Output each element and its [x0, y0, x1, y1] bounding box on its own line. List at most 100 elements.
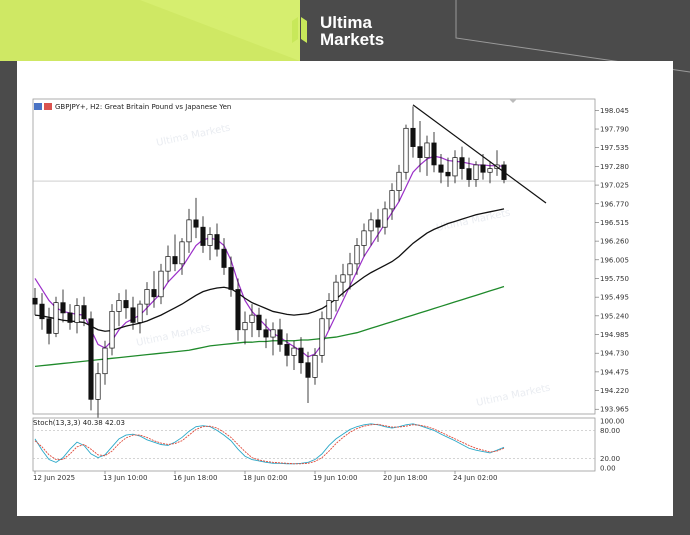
price-tick-label: 194.985	[600, 331, 629, 339]
moving-average-line	[34, 155, 505, 358]
candle-body	[60, 302, 66, 314]
candle-body	[312, 355, 318, 378]
candle	[186, 208, 192, 253]
candle-body	[452, 157, 458, 177]
candle	[95, 362, 101, 418]
candle-body	[46, 318, 52, 334]
candle-body	[235, 289, 241, 331]
candle-body	[277, 329, 283, 345]
price-tick-label: 196.005	[600, 256, 629, 264]
candle-body	[459, 157, 465, 169]
candle	[361, 223, 367, 257]
price-tick-label: 194.475	[600, 368, 629, 376]
candle-body	[445, 171, 451, 177]
candle-body	[347, 263, 353, 276]
stoch-tick-label: 100.00	[600, 418, 625, 426]
symbol-icon	[44, 103, 52, 110]
candle-body	[284, 344, 290, 356]
candle-body	[354, 245, 360, 265]
candle	[123, 289, 129, 319]
svg-text:Ultima Markets: Ultima Markets	[475, 382, 551, 408]
candle	[270, 322, 276, 356]
candle-body	[389, 190, 395, 210]
candle-body	[158, 270, 164, 298]
candle-body	[431, 142, 437, 166]
candle	[116, 293, 122, 327]
svg-text:Ultima Markets: Ultima Markets	[435, 207, 511, 233]
price-tick-label: 198.045	[600, 107, 629, 115]
candle-body	[95, 373, 101, 400]
candle-body	[221, 248, 227, 268]
candle-body	[396, 171, 402, 191]
candle-body	[228, 267, 234, 290]
candle	[459, 146, 465, 180]
candle	[277, 318, 283, 352]
time-tick-label: 20 Jun 18:00	[383, 474, 427, 482]
candle-body	[298, 347, 304, 364]
candle	[333, 274, 339, 312]
candle-body	[487, 168, 493, 173]
candle	[312, 348, 318, 385]
price-tick-label: 196.770	[600, 200, 629, 208]
candle	[32, 288, 38, 316]
indicator-title: Stoch(13,3,3) 40.38 42.03	[33, 419, 125, 427]
candle-body	[403, 127, 409, 173]
candle	[466, 157, 472, 187]
candle	[403, 124, 409, 180]
candle	[424, 135, 430, 176]
chart-panel: Ultima Markets Ultima Markets Ultima Mar…	[17, 61, 673, 516]
candle	[74, 298, 80, 334]
candle-body	[480, 164, 486, 173]
candle-body	[74, 305, 80, 323]
time-tick-label: 24 Jun 02:00	[453, 474, 497, 482]
time-tick-label: 18 Jun 02:00	[243, 474, 287, 482]
chart-svg: Ultima Markets Ultima Markets Ultima Mar…	[32, 98, 629, 482]
candle	[347, 252, 353, 290]
candle-body	[263, 329, 269, 338]
brand-line1: Ultima	[320, 13, 372, 32]
stoch-tick-label: 0.00	[600, 465, 616, 473]
brand-line2: Markets	[320, 30, 385, 49]
candle	[284, 333, 290, 367]
candle	[354, 238, 360, 275]
candle-body	[130, 307, 136, 323]
candle	[256, 307, 262, 338]
candle	[445, 157, 451, 187]
candle	[137, 300, 143, 334]
candle	[494, 150, 500, 176]
candle	[263, 318, 269, 349]
candle-body	[151, 289, 157, 298]
candle-body	[270, 329, 276, 338]
price-tick-label: 197.025	[600, 182, 629, 190]
candle	[431, 131, 437, 173]
candle	[396, 164, 402, 202]
candle-body	[256, 314, 262, 331]
price-tick-label: 196.260	[600, 238, 629, 246]
price-tick-label: 196.515	[600, 219, 629, 227]
candle	[207, 227, 213, 261]
candle-body	[179, 241, 185, 265]
candle	[410, 106, 416, 158]
time-tick-label: 19 Jun 10:00	[313, 474, 357, 482]
time-tick-label: 12 Jun 2025	[33, 474, 75, 482]
candle-body	[305, 362, 311, 378]
candle	[39, 293, 45, 330]
candle	[88, 311, 94, 411]
candle	[242, 311, 248, 345]
candle-body	[123, 300, 129, 309]
stoch-k-line	[34, 423, 505, 465]
candle	[214, 223, 220, 257]
candle-body	[361, 230, 367, 246]
svg-text:Ultima Markets: Ultima Markets	[135, 322, 211, 348]
candle-body	[81, 305, 87, 320]
candle	[158, 263, 164, 305]
candle-body	[466, 168, 472, 180]
candle	[487, 161, 493, 184]
price-tick-label: 194.220	[600, 387, 629, 395]
candle	[165, 245, 171, 283]
price-tick-label: 193.965	[600, 406, 629, 414]
candle-body	[39, 303, 45, 320]
candle-body	[109, 311, 115, 349]
candle	[382, 201, 388, 235]
candle	[305, 351, 311, 404]
